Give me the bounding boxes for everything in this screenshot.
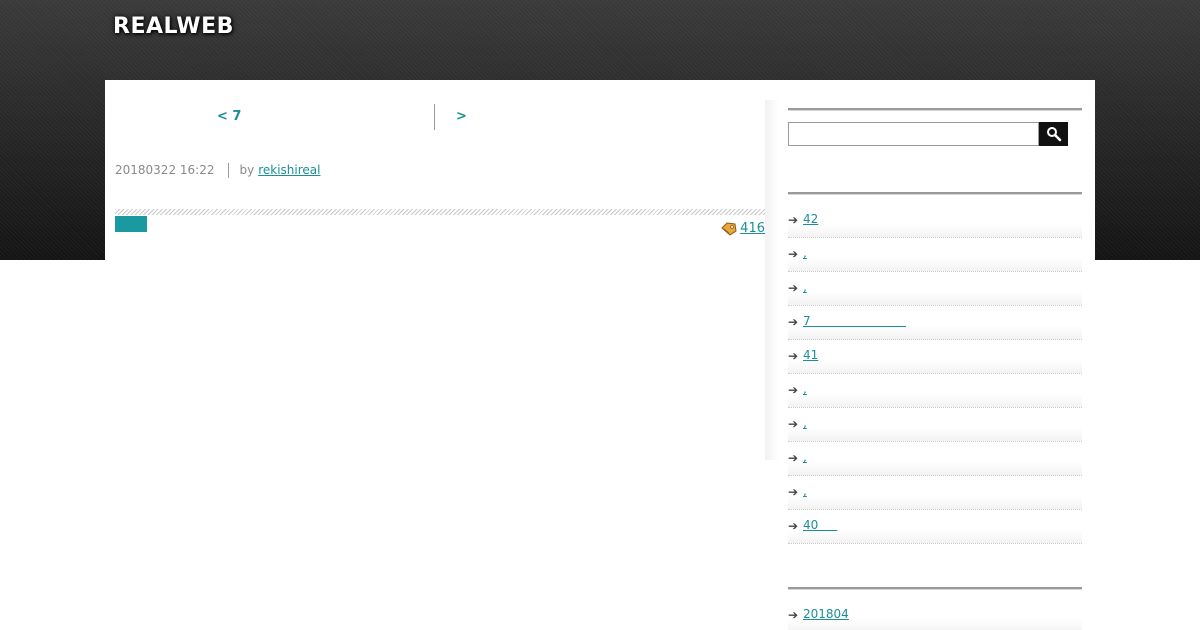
list-item[interactable]: ➔, xyxy=(788,272,1082,306)
recent-post-link[interactable]: , xyxy=(803,382,807,396)
list-item[interactable]: ➔ 42 xyxy=(788,204,1082,238)
recent-post-link[interactable]: 42 xyxy=(803,212,818,226)
sidebar-rule-search xyxy=(788,108,1082,111)
list-item[interactable]: ➔, xyxy=(788,408,1082,442)
arrow-right-icon: ➔ xyxy=(788,383,799,397)
arrow-right-icon: ➔ xyxy=(788,213,799,227)
list-item[interactable]: ➔ 7 xyxy=(788,306,1082,340)
arrow-right-icon: ➔ xyxy=(788,349,799,363)
recent-post-link[interactable]: 40 xyxy=(803,518,837,532)
hatched-divider xyxy=(115,209,765,215)
list-item[interactable]: ➔ 41 xyxy=(788,340,1082,374)
recent-post-link[interactable]: , xyxy=(803,246,807,260)
search-input[interactable] xyxy=(788,122,1039,146)
recent-post-link[interactable]: , xyxy=(803,484,807,498)
content-container: < 7 > 20180322 16:22 by rekishireal 416 xyxy=(105,80,1095,630)
list-item[interactable]: ➔, xyxy=(788,238,1082,272)
sidebar-rule-recent xyxy=(788,192,1082,195)
author-link[interactable]: rekishireal xyxy=(258,163,320,177)
arrow-right-icon: ➔ xyxy=(788,315,799,329)
arrow-right-icon: ➔ xyxy=(788,417,799,431)
tag-count-link[interactable]: 416 xyxy=(740,221,765,236)
column-shadow xyxy=(765,100,779,460)
category-badge[interactable] xyxy=(115,216,147,232)
search-icon xyxy=(1046,127,1061,142)
arrow-right-icon: ➔ xyxy=(788,451,799,465)
previous-post-link[interactable]: < 7 xyxy=(217,109,241,124)
post-meta: 20180322 16:22 by rekishireal xyxy=(115,162,320,178)
sidebar-rule-archives xyxy=(788,587,1082,590)
recent-post-link[interactable]: 7 xyxy=(803,314,906,328)
recent-post-link[interactable]: 41 xyxy=(803,348,818,362)
arrow-right-icon: ➔ xyxy=(788,519,799,533)
list-item[interactable]: ➔, xyxy=(788,476,1082,510)
arrow-right-icon: ➔ xyxy=(788,608,799,622)
arrow-right-icon: ➔ xyxy=(788,247,799,261)
recent-post-link[interactable]: , xyxy=(803,450,807,464)
recent-post-link[interactable]: , xyxy=(803,280,807,294)
meta-divider xyxy=(228,162,230,178)
next-post-link[interactable]: > xyxy=(456,109,467,124)
list-item[interactable]: ➔ 201804 xyxy=(788,599,1082,630)
post-navigation: < 7 > xyxy=(105,104,765,130)
tag-icon xyxy=(721,221,737,236)
site-title[interactable]: REALWEB xyxy=(113,14,234,39)
search-button[interactable] xyxy=(1039,122,1068,146)
by-label: by xyxy=(239,163,255,177)
post-date: 20180322 16:22 xyxy=(115,163,215,177)
list-item[interactable]: ➔, xyxy=(788,442,1082,476)
recent-posts-list: ➔ 42 ➔, ➔, ➔ 7 ➔ 41 ➔, ➔, ➔, ➔, ➔ 40 xyxy=(788,204,1082,544)
recent-post-link[interactable]: , xyxy=(803,416,807,430)
tag-count: 416 xyxy=(721,221,765,236)
list-item[interactable]: ➔, xyxy=(788,374,1082,408)
list-item[interactable]: ➔ 40 xyxy=(788,510,1082,544)
archives-list: ➔ 201804 xyxy=(788,599,1082,630)
arrow-right-icon: ➔ xyxy=(788,281,799,295)
arrow-right-icon: ➔ xyxy=(788,485,799,499)
nav-divider xyxy=(434,104,435,130)
archive-link[interactable]: 201804 xyxy=(803,607,849,621)
